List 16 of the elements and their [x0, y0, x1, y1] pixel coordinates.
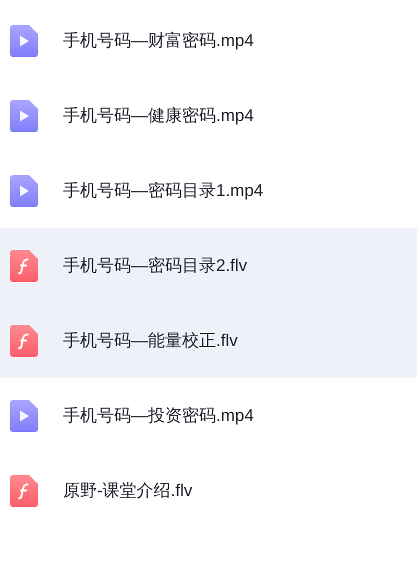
file-name: 手机号码—健康密码.mp4	[63, 104, 254, 127]
flash-file-icon	[10, 324, 38, 356]
file-name: 手机号码—密码目录2.flv	[63, 254, 248, 277]
file-name: 手机号码—财富密码.mp4	[63, 30, 254, 52]
file-name: 原野-课堂介绍.flv	[63, 480, 192, 502]
file-row[interactable]: 手机号码—密码目录2.flv	[0, 228, 417, 303]
flash-file-icon	[10, 250, 38, 282]
video-file-icon	[10, 24, 38, 56]
video-file-icon	[10, 174, 38, 206]
file-name: 手机号码—密码目录1.mp4	[63, 180, 264, 202]
video-file-icon	[10, 400, 38, 432]
file-name: 手机号码—投资密码.mp4	[63, 404, 254, 427]
flash-file-icon	[10, 474, 38, 506]
video-file-icon	[10, 100, 38, 132]
file-row[interactable]: 手机号码—能量校正.flv	[0, 303, 417, 378]
file-name: 手机号码—能量校正.flv	[63, 330, 238, 352]
